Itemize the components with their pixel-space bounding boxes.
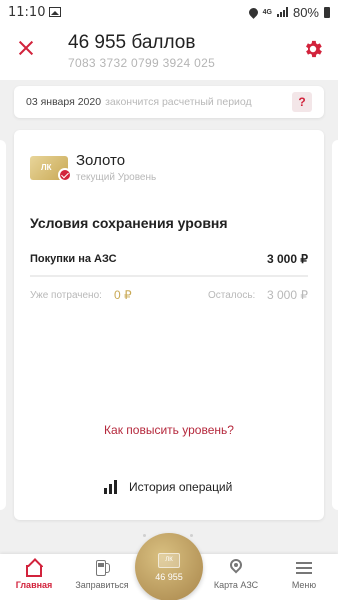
remaining-label: Осталось: xyxy=(208,290,256,301)
nav-home[interactable]: Главная xyxy=(4,558,64,590)
purchase-value: 3 000 ₽ xyxy=(267,252,308,266)
card-logo: ЛК xyxy=(41,163,52,172)
status-bar: 11:10 4G 80% xyxy=(0,0,338,24)
network-type: 4G xyxy=(262,8,272,16)
nav-refuel-label: Заправиться xyxy=(75,580,129,590)
gear-icon[interactable] xyxy=(302,38,324,60)
pager-dots xyxy=(143,534,146,537)
loyalty-card-button[interactable]: ЛК 46 955 xyxy=(135,533,203,600)
card-number: 7083 3732 0799 3924 025 xyxy=(68,56,216,70)
spent-label: Уже потрачено: xyxy=(30,290,102,301)
location-icon xyxy=(246,5,260,19)
menu-icon xyxy=(294,558,314,578)
spent-value: 0 ₽ xyxy=(114,288,132,302)
nav-map[interactable]: Карта АЗС xyxy=(206,556,266,590)
nav-menu-label: Меню xyxy=(291,580,317,590)
level-caption: текущий Уровень xyxy=(76,172,157,183)
remaining-value: 3 000 ₽ xyxy=(267,288,308,302)
period-date: 03 января 2020 xyxy=(26,96,102,108)
upgrade-level-link[interactable]: Как повысить уровень? xyxy=(14,423,324,437)
image-notification-icon xyxy=(49,7,62,17)
header: 46 955 баллов 7083 3732 0799 3924 025 xyxy=(0,24,338,80)
period-card: 03 января 2020 закончится расчетный пери… xyxy=(14,86,324,118)
conditions-title: Условия сохранения уровня xyxy=(30,215,228,231)
nav-menu[interactable]: Меню xyxy=(274,558,334,590)
card-icon: ЛК xyxy=(158,552,180,568)
bar-chart-icon xyxy=(104,480,117,494)
level-card: ЛК Золото текущий Уровень Условия сохран… xyxy=(14,130,324,520)
points-balance-title: 46 955 баллов xyxy=(68,32,196,53)
pager-dots-right xyxy=(190,534,193,537)
status-time: 11:10 xyxy=(8,4,46,20)
help-button[interactable]: ? xyxy=(292,92,312,112)
history-button[interactable]: История операций xyxy=(104,480,232,494)
home-icon xyxy=(24,558,44,578)
center-points-value: 46 955 xyxy=(155,571,183,582)
battery-icon xyxy=(324,6,330,18)
map-pin-icon xyxy=(226,556,246,578)
next-card-peek[interactable] xyxy=(332,140,338,510)
level-name: Золото xyxy=(76,152,126,169)
progress-track xyxy=(30,275,308,277)
check-icon xyxy=(58,168,72,182)
signal-icon xyxy=(276,7,288,17)
history-label: История операций xyxy=(129,480,233,494)
prev-card-peek[interactable] xyxy=(0,140,6,510)
nav-map-label: Карта АЗС xyxy=(213,580,259,590)
close-icon[interactable] xyxy=(14,36,38,60)
battery-percent: 80% xyxy=(292,4,319,20)
nav-home-label: Главная xyxy=(15,580,53,590)
purchase-label: Покупки на АЗС xyxy=(30,253,117,265)
nav-refuel[interactable]: Заправиться xyxy=(72,558,132,590)
period-text: закончится расчетный период xyxy=(105,96,252,108)
status-indicators: 4G 80% xyxy=(246,4,330,20)
fuel-pump-icon xyxy=(92,558,112,578)
